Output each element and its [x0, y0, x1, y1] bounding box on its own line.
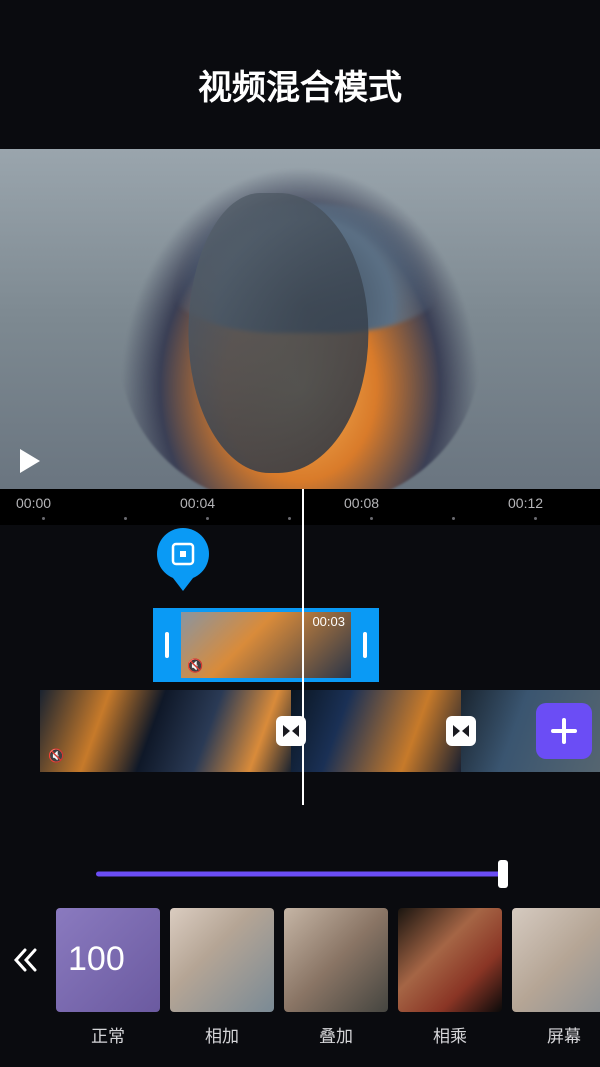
- slider-thumb[interactable]: [498, 860, 508, 888]
- mode-label: 相乘: [433, 1022, 467, 1047]
- main-clip[interactable]: 🔇: [40, 690, 291, 772]
- overlay-clip[interactable]: 00:03 🔇: [153, 608, 379, 682]
- mode-label: 叠加: [319, 1022, 353, 1047]
- transition-button[interactable]: [446, 716, 476, 746]
- mute-icon: 🔇: [48, 748, 64, 764]
- blend-mode-add[interactable]: 相加: [170, 908, 274, 1047]
- time-ruler[interactable]: 00:00 00:04 00:08 00:12: [0, 489, 600, 525]
- playhead[interactable]: [302, 489, 304, 805]
- slider-track: [96, 872, 504, 877]
- opacity-slider[interactable]: [96, 862, 504, 886]
- clip-duration: 00:03: [312, 614, 345, 629]
- ruler-tick: 00:04: [180, 495, 215, 511]
- keyframe-marker[interactable]: [157, 528, 209, 598]
- clip-handle-right[interactable]: [351, 608, 379, 682]
- mode-label: 正常: [91, 1022, 125, 1047]
- blend-mode-multiply[interactable]: 相乘: [398, 908, 502, 1047]
- mode-value: 100: [68, 940, 125, 979]
- blend-modes-row: 100 正常 相加 叠加 相乘 屏幕: [0, 908, 600, 1058]
- play-button[interactable]: [14, 445, 46, 477]
- blend-mode-screen[interactable]: 屏幕: [512, 908, 600, 1047]
- main-clip[interactable]: [291, 690, 460, 772]
- video-preview[interactable]: [0, 149, 600, 489]
- back-button[interactable]: [0, 908, 52, 1012]
- main-track[interactable]: 🔇: [40, 690, 600, 772]
- blend-mode-normal[interactable]: 100 正常: [56, 908, 160, 1047]
- mute-icon: 🔇: [187, 658, 203, 674]
- page-title: 视频混合模式: [0, 0, 600, 149]
- ruler-tick: 00:12: [508, 495, 543, 511]
- ruler-tick: 00:00: [16, 495, 51, 511]
- blend-mode-overlay[interactable]: 叠加: [284, 908, 388, 1047]
- preview-art: [188, 193, 368, 473]
- ruler-tick: 00:08: [344, 495, 379, 511]
- clip-handle-left[interactable]: [153, 608, 181, 682]
- add-clip-button[interactable]: [536, 703, 592, 759]
- mode-label: 相加: [205, 1022, 239, 1047]
- mode-label: 屏幕: [547, 1022, 581, 1047]
- timeline[interactable]: 00:03 🔇 🔇: [0, 525, 600, 805]
